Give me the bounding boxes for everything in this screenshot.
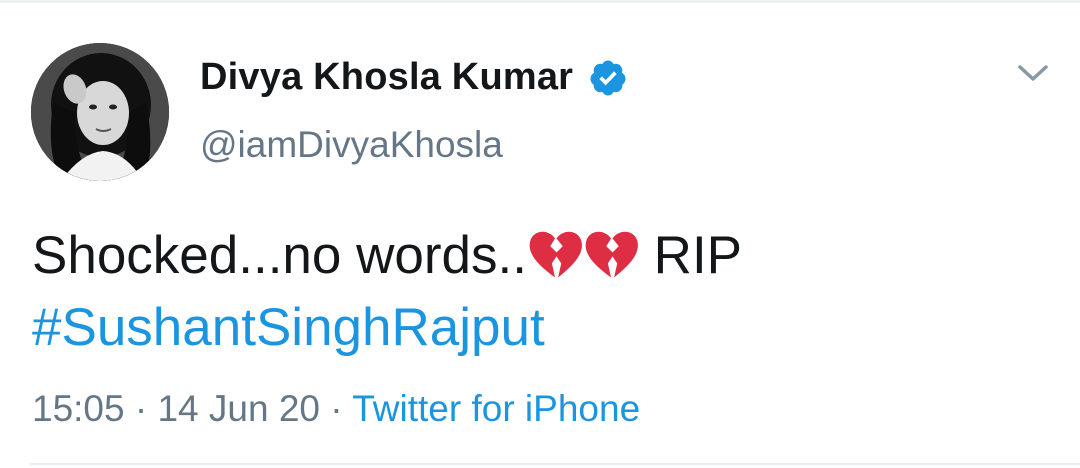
- meta-separator: ·: [124, 388, 158, 429]
- meta-separator-2: ·: [320, 388, 353, 429]
- tweet-card: Divya Khosla Kumar @iamDivyaKhosla Shock…: [0, 0, 1080, 468]
- author-handle[interactable]: @iamDivyaKhosla: [200, 124, 503, 166]
- tweet-text-main: Shocked...no words..: [32, 226, 527, 285]
- avatar[interactable]: [31, 43, 169, 181]
- tweet-time: 15:05: [32, 388, 125, 429]
- chevron-down-icon[interactable]: [1014, 60, 1052, 86]
- tweet-source-link[interactable]: Twitter for iPhone: [352, 388, 640, 429]
- tweet-date[interactable]: 14 Jun 20: [157, 388, 320, 429]
- tweet-text: Shocked...no words.. RIP: [32, 224, 742, 288]
- tweet-text-rip: RIP: [638, 226, 743, 285]
- bottom-divider: [30, 463, 1080, 465]
- tweet-meta: 15:05 · 14 Jun 20 · Twitter for iPhone: [32, 388, 640, 430]
- broken-heart-icon: [585, 231, 638, 278]
- top-divider: [0, 0, 1080, 3]
- verified-badge-icon: [590, 60, 626, 96]
- author-display-name[interactable]: Divya Khosla Kumar: [200, 56, 573, 99]
- broken-heart-icon: [529, 231, 582, 278]
- hashtag-link[interactable]: #SushantSinghRajput: [32, 296, 545, 360]
